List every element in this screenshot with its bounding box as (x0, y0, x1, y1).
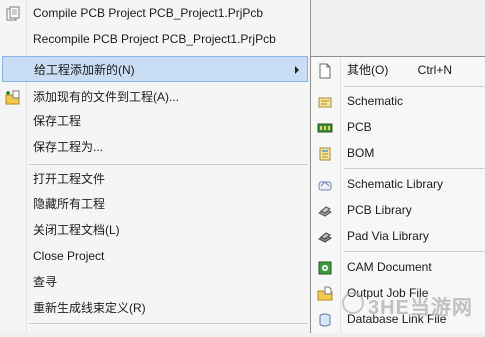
schematic-icon (317, 93, 333, 109)
submenu-item-other[interactable]: 其他(O) Ctrl+N (311, 57, 485, 83)
compile-icon (5, 5, 21, 21)
submenu-item-schematic[interactable]: Schematic (311, 88, 485, 114)
submenu-item-label: CAM Document (347, 260, 432, 274)
submenu-item-bom[interactable]: BOM (311, 140, 485, 166)
menu-item-save-project-as[interactable]: 保存工程为... (0, 134, 310, 160)
menu-item-label: 保存工程 (33, 114, 82, 128)
menu-item-search[interactable]: 查寻 (0, 269, 310, 295)
menu-item-regenerate-harness[interactable]: 重新生成线束定义(R) (0, 295, 310, 321)
menu-item-label: 保存工程为... (33, 140, 104, 154)
submenu-item-database-link-file[interactable]: Database Link File (311, 306, 485, 332)
submenu-item-schematic-library[interactable]: Schematic Library (311, 171, 485, 197)
menu-item-label: Recompile PCB Project PCB_Project1.PrjPc… (33, 32, 276, 46)
menu-separator (344, 251, 484, 252)
submenu-item-label: Schematic Library (347, 177, 444, 191)
blank-document-icon (317, 62, 333, 79)
menu-item-label: 添加现有的文件到工程(A)... (33, 90, 179, 104)
submenu-arrow-icon (295, 66, 299, 74)
pad-via-library-icon (317, 228, 333, 244)
submenu-item-label: Database Link File (347, 312, 447, 326)
menu-item-label: Compile PCB Project PCB_Project1.PrjPcb (33, 6, 264, 20)
shortcut-label: Ctrl+N (417, 63, 452, 77)
menu-item-add-existing-file[interactable]: 添加现有的文件到工程(A)... (0, 84, 310, 110)
submenu-item-cam-document[interactable]: CAM Document (311, 254, 485, 280)
menu-item-label: 隐藏所有工程 (33, 197, 106, 211)
menu-item-save-project[interactable]: 保存工程 (0, 108, 310, 134)
menu-item-recompile-pcb-project[interactable]: Recompile PCB Project PCB_Project1.PrjPc… (0, 26, 310, 52)
menu-separator (29, 323, 308, 324)
pcb-library-icon (317, 202, 333, 218)
schematic-library-icon (317, 176, 333, 192)
submenu-item-label: Pad Via Library (347, 229, 429, 243)
menu-item-compile-pcb-project[interactable]: Compile PCB Project PCB_Project1.PrjPcb (0, 0, 310, 26)
menu-item-hide-all-projects[interactable]: 隐藏所有工程 (0, 191, 310, 217)
submenu-item-output-job-file[interactable]: Output Job File (311, 280, 485, 306)
menu-item-label: 重新生成线束定义(R) (33, 301, 146, 315)
menu-item-label: Close Project (33, 249, 105, 263)
submenu-item-label: PCB (347, 120, 372, 134)
menu-separator (344, 168, 484, 169)
menu-item-label: 查寻 (33, 275, 58, 289)
submenu-item-label: BOM (347, 146, 375, 160)
add-existing-file-icon (5, 89, 21, 105)
submenu-item-label: Output Job File (347, 286, 429, 300)
database-link-file-icon (317, 311, 333, 327)
output-job-file-icon (317, 285, 333, 301)
menu-separator (344, 86, 484, 87)
project-context-menu: Compile PCB Project PCB_Project1.PrjPcb … (0, 0, 311, 332)
submenu-item-label: 其他(O) (347, 63, 389, 77)
menu-item-close-project[interactable]: Close Project (0, 243, 310, 269)
submenu-item-label: Schematic (347, 94, 404, 108)
submenu-item-pcb-library[interactable]: PCB Library (311, 197, 485, 223)
submenu-item-pcb[interactable]: PCB (311, 114, 485, 140)
bom-icon (317, 145, 333, 161)
submenu-item-label: PCB Library (347, 203, 412, 217)
add-new-submenu: 其他(O) Ctrl+N Schematic PCB BOM Schematic… (310, 56, 485, 333)
submenu-item-pad-via-library[interactable]: Pad Via Library (311, 223, 485, 249)
menu-item-open-project-file[interactable]: 打开工程文件 (0, 166, 310, 192)
cam-document-icon (317, 259, 333, 275)
menu-item-add-new-to-project[interactable]: 给工程添加新的(N) (2, 56, 308, 82)
menu-separator (29, 164, 308, 165)
menu-item-label: 打开工程文件 (33, 172, 106, 186)
menu-item-close-project-documents[interactable]: 关闭工程文档(L) (0, 217, 310, 243)
menu-item-label: 关闭工程文档(L) (33, 223, 120, 237)
menu-item-label: 给工程添加新的(N) (34, 63, 135, 77)
pcb-icon (317, 119, 333, 135)
